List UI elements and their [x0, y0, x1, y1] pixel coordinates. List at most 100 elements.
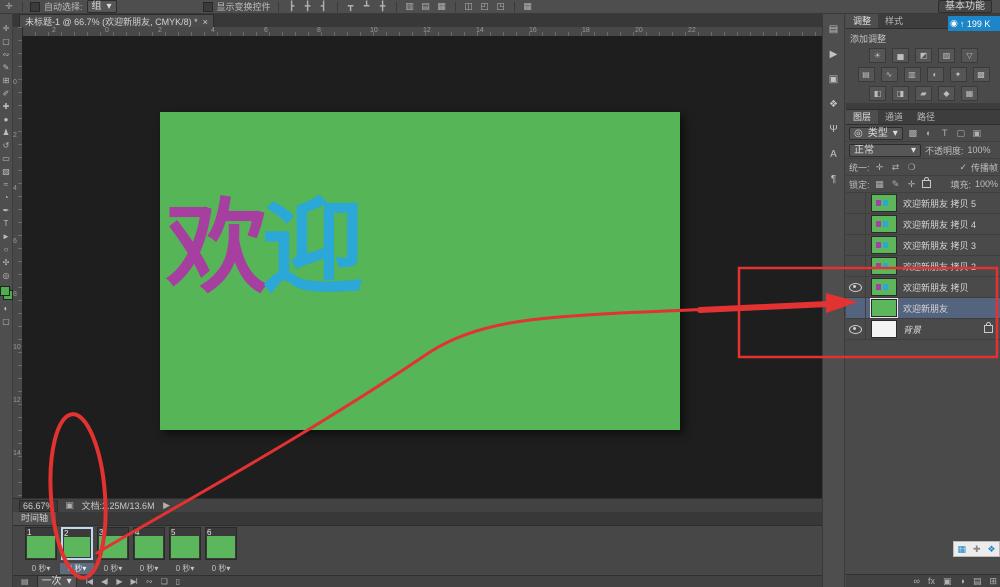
panel-divider[interactable]	[846, 103, 1000, 110]
move-tool[interactable]: ✛	[0, 22, 12, 35]
next-frame-button[interactable]: ▶I	[131, 577, 137, 586]
layer-thumbnail[interactable]	[871, 278, 897, 296]
distribute-top-icon[interactable]: ▥	[404, 1, 416, 12]
layer-name[interactable]: 欢迎新朋友	[903, 302, 948, 315]
eyedropper-tool[interactable]: ✐	[0, 87, 12, 100]
layer-name[interactable]: 背景	[903, 323, 921, 336]
show-transform-checkbox[interactable]	[203, 2, 213, 12]
paragraph-panel-icon[interactable]: ¶	[826, 172, 842, 187]
blend-mode-dropdown[interactable]: 正常 ▾	[849, 144, 921, 157]
animation-frame-1[interactable]: 1	[25, 527, 57, 560]
type-tool[interactable]: T	[0, 217, 12, 230]
convert-timeline-icon[interactable]: ▤	[21, 577, 28, 586]
lasso-tool[interactable]: ∾	[0, 48, 12, 61]
filter-shape-layers-icon[interactable]: ▢	[955, 128, 967, 139]
tween-button[interactable]: ∾	[146, 577, 152, 586]
layer-row-copy3[interactable]: 欢迎新朋友 拷贝 3	[846, 235, 1000, 256]
path-select-tool[interactable]: ►	[0, 230, 12, 243]
visibility-toggle[interactable]	[846, 214, 866, 234]
color-balance-icon[interactable]: ∿	[881, 67, 898, 82]
tab-paths[interactable]: 路径	[910, 110, 942, 124]
quick-select-tool[interactable]: ✎	[0, 61, 12, 74]
layer-mask-icon[interactable]: ▣	[943, 576, 952, 587]
filter-type-dropdown[interactable]: ◎ 类型 ▾	[849, 127, 903, 140]
marquee-tool[interactable]: ▢	[0, 35, 12, 48]
animation-frame-2[interactable]: 2	[61, 527, 93, 560]
eye-icon[interactable]	[849, 325, 862, 334]
actions-panel-icon[interactable]: ▶	[826, 47, 842, 62]
filter-smart-objects-icon[interactable]: ▣	[971, 128, 983, 139]
filter-type-layers-icon[interactable]: T	[939, 128, 951, 139]
document-tab[interactable]: 未标题-1 @ 66.7% (欢迎新朋友, CMYK/8) * ×	[19, 14, 214, 28]
history-brush-tool[interactable]: ↺	[0, 139, 12, 152]
layer-thumbnail[interactable]	[871, 257, 897, 275]
layer-name[interactable]: 欢迎新朋友 拷贝 5	[903, 197, 976, 210]
distribute-right-icon[interactable]: ◳	[495, 1, 507, 12]
prev-frame-button[interactable]: ◀I	[101, 577, 107, 586]
layer-row-selected[interactable]: 欢迎新朋友	[846, 298, 1000, 319]
animation-frame-5[interactable]: 5	[169, 527, 201, 560]
align-horizontal-centers-icon[interactable]: ╋	[302, 1, 314, 12]
distribute-left-icon[interactable]: ◫	[463, 1, 475, 12]
layer-row-copy4[interactable]: 欢迎新朋友 拷贝 4	[846, 214, 1000, 235]
brush-tool[interactable]: ●	[0, 113, 12, 126]
unify-style-icon[interactable]: ❍	[906, 162, 918, 173]
frame-delay-4[interactable]: 0 秒▾	[132, 563, 166, 574]
eye-icon[interactable]	[849, 283, 862, 292]
visibility-toggle[interactable]	[846, 319, 866, 339]
crop-tool[interactable]: ⊞	[0, 74, 12, 87]
lock-transparent-icon[interactable]: ▦	[874, 179, 886, 190]
opacity-value[interactable]: 100%	[968, 145, 991, 155]
layer-name[interactable]: 欢迎新朋友 拷贝	[903, 281, 969, 294]
animation-frame-6[interactable]: 6	[205, 527, 237, 560]
close-icon[interactable]: ×	[203, 17, 208, 27]
color-lookup-icon[interactable]: ▩	[973, 67, 990, 82]
healing-brush-tool[interactable]: ✚	[0, 100, 12, 113]
new-layer-icon[interactable]: ⊞	[989, 576, 997, 587]
loop-dropdown[interactable]: 一次 ▾	[37, 575, 77, 587]
new-group-icon[interactable]: ▤	[973, 576, 982, 587]
align-top-edges-icon[interactable]: ┳	[345, 1, 357, 12]
lock-paint-icon[interactable]: ✎	[890, 179, 902, 190]
first-frame-button[interactable]: I◀	[86, 577, 92, 586]
threshold-icon[interactable]: ▰	[915, 86, 932, 101]
black-white-icon[interactable]: ▥	[904, 67, 921, 82]
visibility-toggle[interactable]	[846, 256, 866, 276]
shape-tool[interactable]: ○	[0, 243, 12, 256]
auto-select-dropdown[interactable]: 组 ▾	[87, 0, 117, 13]
distribute-vertical-icon[interactable]: ▤	[420, 1, 432, 12]
layer-thumbnail[interactable]	[871, 236, 897, 254]
layer-row-copy2[interactable]: 欢迎新朋友 拷贝 2	[846, 256, 1000, 277]
propagate-check-icon[interactable]: ✓	[959, 162, 967, 173]
posterize-icon[interactable]: ◨	[892, 86, 909, 101]
color-swatches[interactable]	[0, 286, 12, 300]
zoom-tool[interactable]: ◎	[0, 269, 12, 282]
frame-delay-1[interactable]: 0 秒▾	[24, 563, 58, 574]
play-button[interactable]: ▶	[116, 577, 121, 586]
layer-thumbnail[interactable]	[871, 215, 897, 233]
move-tool-icon[interactable]: ✛	[3, 1, 15, 12]
gradient-tool[interactable]: ▨	[0, 165, 12, 178]
levels-icon[interactable]: ▅	[892, 48, 909, 63]
photo-filter-icon[interactable]: ◐	[927, 67, 944, 82]
align-bottom-edges-icon[interactable]: ╋	[377, 1, 389, 12]
visibility-toggle[interactable]	[846, 235, 866, 255]
foreground-color-swatch[interactable]	[0, 286, 10, 296]
selective-color-icon[interactable]: ▦	[961, 86, 978, 101]
canvas[interactable]: 欢迎	[22, 36, 822, 498]
eraser-tool[interactable]: ▭	[0, 152, 12, 165]
status-menu-arrow-icon[interactable]: ▶	[161, 500, 173, 511]
layer-thumbnail[interactable]	[871, 320, 897, 338]
exposure-icon[interactable]: ▨	[938, 48, 955, 63]
frame-delay-3[interactable]: 0 秒▾	[96, 563, 130, 574]
duplicate-frame-button[interactable]: ❏	[161, 577, 167, 586]
visibility-toggle[interactable]	[846, 298, 866, 318]
channel-mixer-icon[interactable]: ✦	[950, 67, 967, 82]
layer-name[interactable]: 欢迎新朋友 拷贝 3	[903, 239, 976, 252]
align-vertical-centers-icon[interactable]: ┻	[361, 1, 373, 12]
ime-toolbar[interactable]: ▦ ✚ ❖	[953, 541, 1000, 557]
animation-frame-4[interactable]: 4	[133, 527, 165, 560]
toolbox-icon[interactable]: ✚	[973, 542, 981, 556]
brush-panel-icon[interactable]: ❖	[826, 97, 842, 112]
animation-frame-3[interactable]: 3	[97, 527, 129, 560]
